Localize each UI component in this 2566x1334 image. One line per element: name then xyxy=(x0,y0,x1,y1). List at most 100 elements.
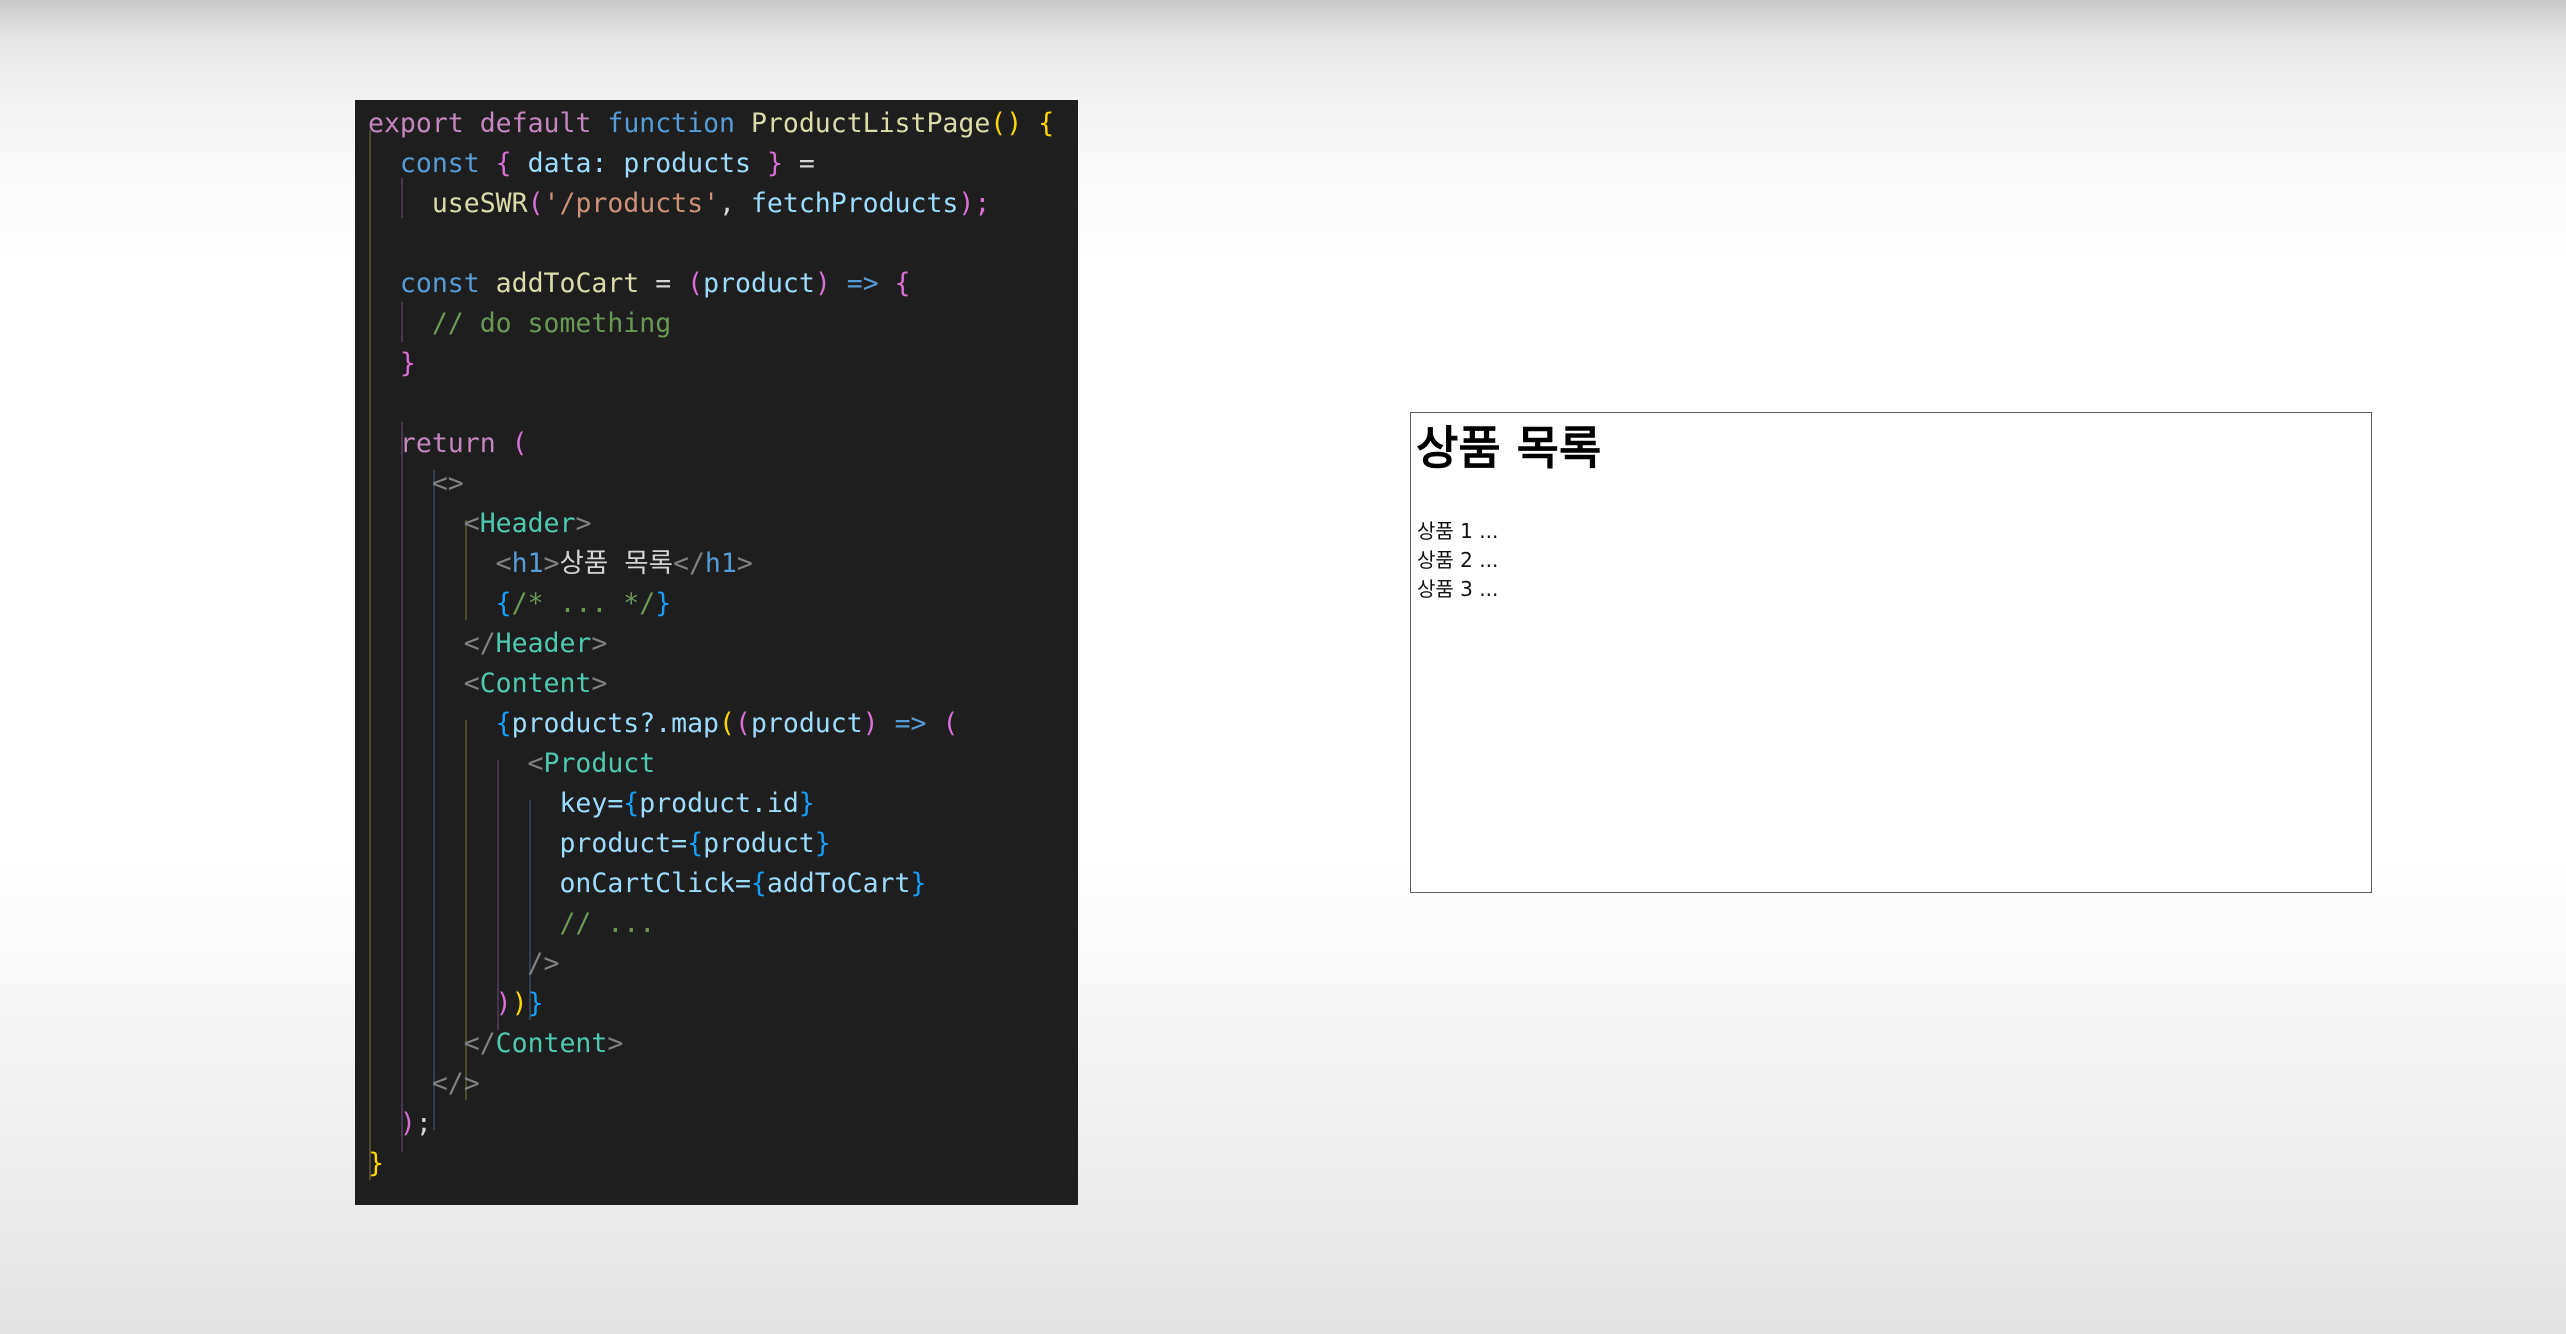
code-token: ) xyxy=(862,708,879,739)
code-token: = xyxy=(798,148,815,179)
code-token: product xyxy=(750,708,863,739)
code-token: < xyxy=(463,508,480,539)
code-token: => xyxy=(846,268,879,299)
code-line: onCartClick={addToCart} xyxy=(368,864,926,904)
code-token: > xyxy=(591,628,608,659)
code-token: , xyxy=(719,188,735,219)
code-token: default xyxy=(479,108,592,139)
code-token: { xyxy=(623,788,640,819)
code-token: Content xyxy=(495,1028,608,1059)
code-token: const xyxy=(399,148,480,179)
code-token: ) xyxy=(495,988,512,1019)
code-line: key={product.id} xyxy=(368,784,814,824)
code-token: const xyxy=(399,268,480,299)
list-item: 상품 1 ... xyxy=(1417,519,1499,543)
code-token: } xyxy=(655,588,672,619)
code-token: key= xyxy=(559,788,624,819)
code-token: ( xyxy=(735,708,751,739)
code-token: Header xyxy=(479,508,576,539)
code-token: { xyxy=(495,148,512,179)
list-item: 상품 2 ... xyxy=(1417,548,1499,572)
code-token: ( xyxy=(527,188,544,219)
code-token: addToCart xyxy=(766,868,911,899)
code-token: > xyxy=(543,548,560,579)
code-line: {/* ... */} xyxy=(368,584,672,624)
code-token: </> xyxy=(431,1068,480,1099)
code-token: } xyxy=(399,348,416,379)
code-line: </Content> xyxy=(368,1024,624,1064)
code-token: addToCart xyxy=(495,268,640,299)
code-token: ( xyxy=(719,708,735,739)
code-token: onCartClick= xyxy=(559,868,751,899)
code-token: ProductListPage xyxy=(750,108,991,139)
code-line: export default function ProductListPage(… xyxy=(368,104,1054,144)
code-line: } xyxy=(368,1144,384,1184)
code-token: < xyxy=(495,548,512,579)
code-token: /> xyxy=(527,948,560,979)
code-line: const addToCart = (product) => { xyxy=(368,264,911,304)
code-token: < xyxy=(463,668,480,699)
code-token: } xyxy=(910,868,927,899)
code-line: <Product xyxy=(368,744,656,784)
code-line: <Content> xyxy=(368,664,608,704)
code-token: => xyxy=(894,708,927,739)
code-token: product xyxy=(703,828,815,859)
code-line: // do something xyxy=(368,304,671,344)
code-token: product xyxy=(703,268,815,299)
code-token: </ xyxy=(672,548,705,579)
code-line: </Header> xyxy=(368,624,608,664)
code-token: ( xyxy=(687,268,704,299)
code-line: } xyxy=(368,344,416,384)
code-token: { xyxy=(687,828,704,859)
code-token: '/products' xyxy=(543,188,720,219)
code-token: { xyxy=(495,588,512,619)
code-line: <h1>상품 목록</h1> xyxy=(368,544,753,584)
code-token: ); xyxy=(958,188,991,219)
code-token: ) xyxy=(511,988,528,1019)
code-token: h1 xyxy=(511,548,544,579)
code-token: < xyxy=(527,748,544,779)
code-line: {products?.map((product) => ( xyxy=(368,704,959,744)
code-line: ))} xyxy=(368,984,544,1024)
code-token: useSWR xyxy=(431,188,528,219)
code-line: product={product} xyxy=(368,824,831,864)
code-line: ); xyxy=(368,1104,432,1144)
code-token: fetchProducts xyxy=(750,188,959,219)
code-token: ( xyxy=(942,708,959,739)
code-line: /> xyxy=(368,944,560,984)
code-token: Content xyxy=(479,668,592,699)
code-line: </> xyxy=(368,1064,480,1104)
code-token: product.id xyxy=(639,788,799,819)
code-token: > xyxy=(591,668,608,699)
code-token: } xyxy=(766,148,783,179)
code-token: product= xyxy=(559,828,688,859)
code-token: </ xyxy=(463,628,496,659)
page-title: 상품 목록 xyxy=(1416,421,1602,475)
code-line: <Header> xyxy=(368,504,592,544)
code-editor-panel: export default function ProductListPage(… xyxy=(355,100,1078,1205)
code-token: products?.map xyxy=(511,708,720,739)
code-token: () xyxy=(990,108,1023,139)
code-token: } xyxy=(368,1148,384,1179)
code-token: Header xyxy=(495,628,592,659)
code-token: ( xyxy=(511,428,528,459)
code-token: > xyxy=(575,508,592,539)
code-token: ) xyxy=(399,1108,416,1139)
code-token: function xyxy=(607,108,735,139)
code-token: { xyxy=(1038,108,1055,139)
code-token: products xyxy=(623,148,751,179)
product-list: 상품 1 ... 상품 2 ... 상품 3 ... xyxy=(1417,517,1498,604)
code-line: const { data: products } = xyxy=(368,144,815,184)
code-token: 상품 목록 xyxy=(559,548,673,579)
code-token: Product xyxy=(543,748,656,779)
code-token: } xyxy=(814,828,831,859)
code-line: useSWR('/products', fetchProducts); xyxy=(368,184,990,224)
code-token: export xyxy=(368,108,464,139)
code-token: h1 xyxy=(704,548,737,579)
code-token: } xyxy=(527,988,544,1019)
code-line: <> xyxy=(368,464,464,504)
list-item: 상품 3 ... xyxy=(1417,577,1499,601)
code-token: > xyxy=(607,1028,624,1059)
code-token: ; xyxy=(415,1108,432,1139)
code-token: { xyxy=(894,268,911,299)
